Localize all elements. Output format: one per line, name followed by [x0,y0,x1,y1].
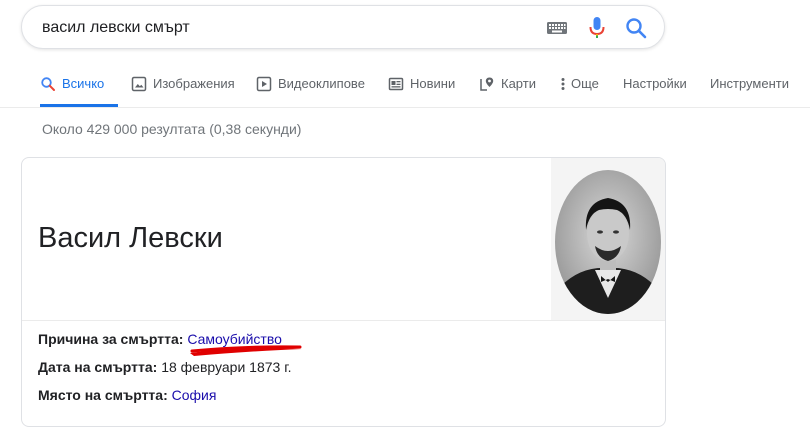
tab-all[interactable]: Всичко [40,70,118,107]
fact-date-of-death: Дата на смъртта: 18 февруари 1873 г. [38,359,291,375]
keyboard-icon[interactable] [546,20,568,36]
microphone-icon[interactable] [588,16,606,40]
map-pin-icon [480,77,494,91]
result-stats: Около 429 000 резултата (0,38 секунди) [42,121,302,137]
fact-value: 18 февруари 1873 г. [161,359,292,375]
knowledge-panel: Васил Левски Причина за смъртта: Самоуби… [21,157,666,427]
tab-label: Изображения [153,76,235,91]
tab-label: Всичко [62,76,105,91]
tab-label: Настройки [623,76,687,91]
news-icon [388,77,404,91]
tab-videos[interactable]: Видеоклипове [256,70,365,106]
fact-label: Дата на смъртта: [38,359,158,375]
red-marker-underline [190,345,302,356]
search-icon [41,77,55,91]
tab-images[interactable]: Изображения [131,70,235,106]
fact-label: Място на смъртта: [38,387,168,403]
tab-label: Новини [410,76,456,91]
tab-news[interactable]: Новини [388,70,455,106]
search-input[interactable] [42,16,522,40]
image-icon [131,76,147,92]
entity-title: Васил Левски [38,222,223,254]
tab-label: Карти [501,76,536,91]
fact-value-link[interactable]: София [172,387,217,403]
tab-more[interactable]: Още [560,70,599,106]
search-box[interactable] [21,5,665,49]
fact-label: Причина за смъртта: [38,331,184,347]
fact-place-of-death: Място на смъртта: София [38,387,216,403]
video-icon [256,76,272,92]
tab-label: Видеоклипове [278,76,365,91]
tab-label: Инструменти [710,76,789,91]
tab-tools[interactable]: Инструменти [710,70,789,106]
portrait-photo[interactable] [551,158,666,320]
search-icon[interactable] [624,16,648,40]
more-vertical-icon [561,78,565,90]
tab-maps[interactable]: Карти [479,70,536,106]
tab-label: Още [571,76,599,91]
knowledge-panel-header: Васил Левски [22,158,666,321]
tab-settings[interactable]: Настройки [623,70,687,106]
search-tabs: Всичко Изображения Видеоклипове Новини К… [0,70,810,108]
